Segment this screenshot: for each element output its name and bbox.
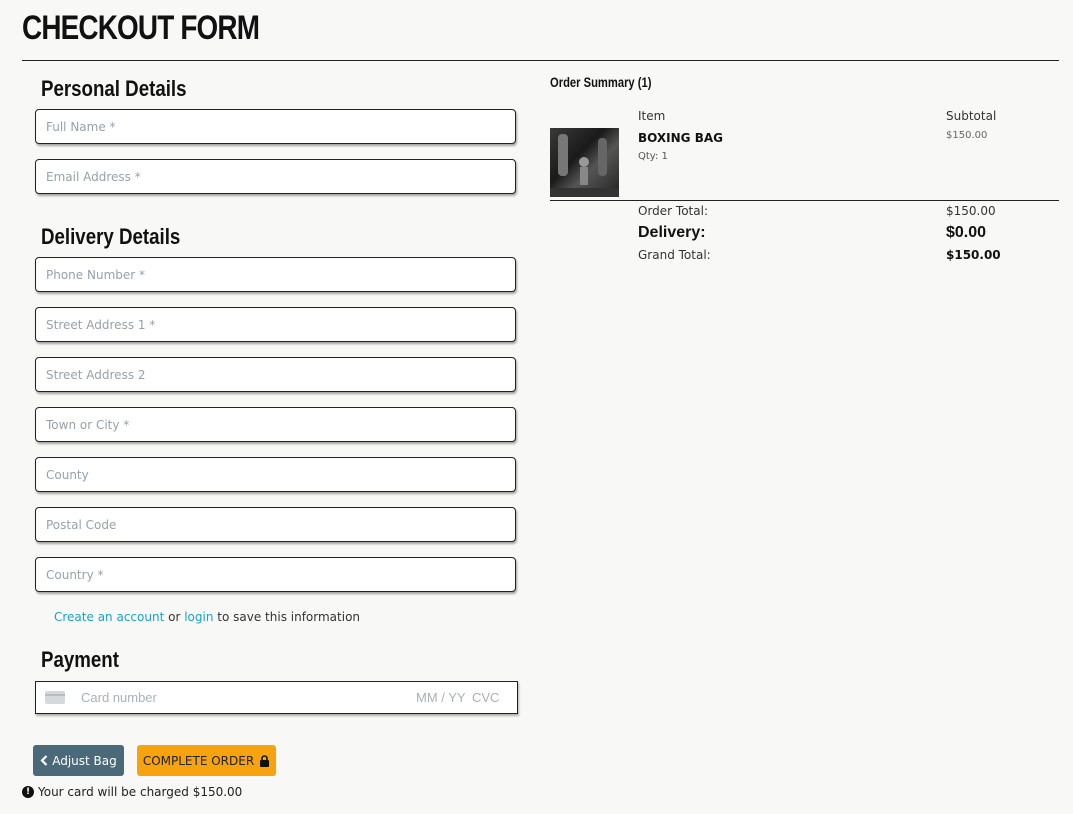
summary-divider (550, 200, 1059, 201)
full-name-input[interactable] (36, 110, 515, 143)
town-city-field (35, 407, 516, 442)
order-summary-title: Order Summary (1) (550, 74, 652, 90)
card-element[interactable]: Card number MM / YY CVC (35, 681, 518, 714)
login-link[interactable]: login (184, 610, 213, 624)
complete-order-button[interactable]: COMPLETE ORDER (137, 745, 276, 776)
product-name: BOXING BAG (638, 131, 723, 145)
email-field (35, 159, 516, 194)
country-input[interactable] (36, 558, 515, 591)
order-total-label: Order Total: (638, 204, 708, 218)
info-icon: ! (22, 786, 34, 798)
item-column-header: Item (638, 109, 666, 123)
save-info-suffix: to save this information (217, 610, 361, 624)
postal-code-input[interactable] (36, 508, 515, 541)
charge-note-text: Your card will be charged $150.00 (38, 785, 243, 799)
personal-details-heading: Personal Details (41, 76, 187, 101)
or-text: or (168, 610, 181, 624)
charge-note: ! Your card will be charged $150.00 (22, 785, 242, 799)
credit-card-icon (45, 691, 65, 704)
subtotal-column-header: Subtotal (946, 109, 997, 123)
country-field (35, 557, 516, 592)
county-field (35, 457, 516, 492)
card-number-input[interactable]: Card number (81, 690, 157, 705)
grand-total-value: $150.00 (946, 248, 1001, 262)
email-input[interactable] (36, 160, 515, 193)
lock-icon (260, 754, 270, 767)
phone-field (35, 257, 516, 292)
full-name-field (35, 109, 516, 144)
page-title: CHECKOUT FORM (22, 9, 260, 47)
delivery-details-heading: Delivery Details (41, 224, 181, 249)
town-city-input[interactable] (36, 408, 515, 441)
delivery-value: $0.00 (946, 224, 987, 241)
product-quantity: Qty: 1 (638, 151, 668, 162)
street-address-2-field (35, 357, 516, 392)
street-address-1-input[interactable] (36, 308, 515, 341)
phone-input[interactable] (36, 258, 515, 291)
street-address-1-field (35, 307, 516, 342)
adjust-bag-label: Adjust Bag (52, 753, 117, 768)
postal-code-field (35, 507, 516, 542)
chevron-left-icon (40, 755, 48, 766)
complete-order-label: COMPLETE ORDER (142, 753, 255, 768)
product-subtotal: $150.00 (946, 130, 988, 141)
delivery-label: Delivery: (638, 224, 706, 241)
street-address-2-input[interactable] (36, 358, 515, 391)
adjust-bag-button[interactable]: Adjust Bag (33, 745, 124, 776)
product-image (550, 128, 619, 197)
create-account-link[interactable]: Create an account (54, 610, 164, 624)
county-input[interactable] (36, 458, 515, 491)
save-info-prompt: Create an account or login to save this … (54, 610, 360, 624)
order-total-value: $150.00 (946, 204, 996, 218)
grand-total-label: Grand Total: (638, 248, 711, 262)
title-divider (22, 60, 1059, 61)
card-cvc-input[interactable]: CVC (472, 690, 499, 705)
payment-heading: Payment (41, 647, 119, 672)
card-expiry-input[interactable]: MM / YY (416, 690, 466, 705)
